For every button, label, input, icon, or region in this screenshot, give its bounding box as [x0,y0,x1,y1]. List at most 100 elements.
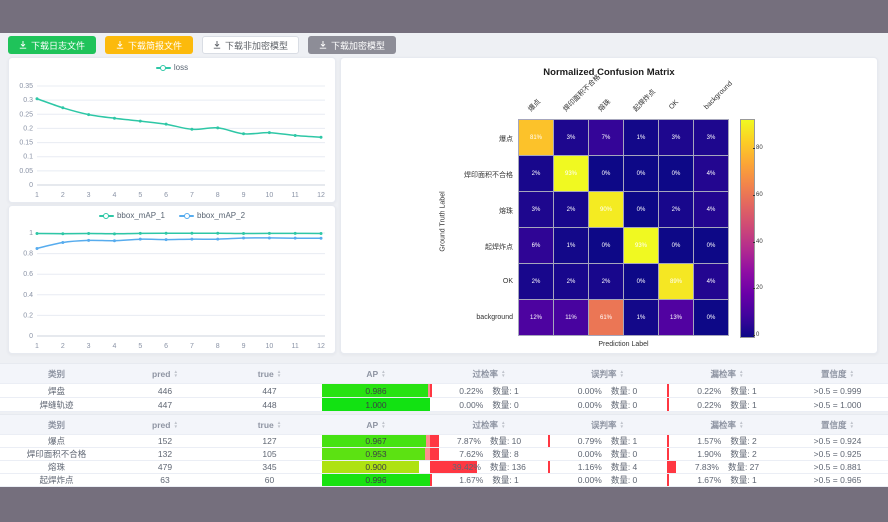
table-row[interactable]: 起焊炸点63600.9961.67%数量: 10.00%数量: 01.67%数量… [0,474,888,487]
sort-carets-icon[interactable]: ▲▼ [619,370,624,377]
cell-ap: 0.900 [322,461,430,474]
cell-over-rate: 7.87%数量: 10 [430,435,548,448]
data-point[interactable] [320,136,323,139]
data-point[interactable] [165,238,168,241]
rate-bar [430,435,439,447]
data-point[interactable] [242,237,245,240]
column-header-pred[interactable]: pred▲▼ [113,364,217,384]
download-report-button[interactable]: 下载简报文件 [105,36,193,54]
data-point[interactable] [190,238,193,241]
data-point[interactable] [139,238,142,241]
rate-cell: 0.00%数量: 0 [548,448,667,460]
legend-item-loss[interactable]: loss [156,63,188,72]
rate-percent: 0.00% [459,400,483,410]
data-point[interactable] [61,241,64,244]
y-tick-label: 0.2 [23,125,33,132]
colorbar-tick-label: 20 [756,285,763,291]
data-point[interactable] [36,247,39,250]
series-line-bbox_mAP_1 [37,233,321,234]
data-point[interactable] [190,232,193,235]
data-point[interactable] [216,126,219,129]
data-point[interactable] [165,123,168,126]
sort-carets-icon[interactable]: ▲▼ [173,421,178,428]
column-header-置信度[interactable]: 置信度▲▼ [787,364,888,384]
data-point[interactable] [294,237,297,240]
data-point[interactable] [61,106,64,109]
summary-table: 类别pred▲▼true▲▼AP▲▼过检率▲▼误判率▲▼漏检率▲▼置信度▲▼焊盘… [0,363,888,412]
table-row[interactable]: 焊缝轨迹4474481.0000.00%数量: 00.00%数量: 00.22%… [0,398,888,412]
data-point[interactable] [216,232,219,235]
download-log-button[interactable]: 下载日志文件 [8,36,96,54]
column-header-true[interactable]: true▲▼ [217,364,322,384]
x-tick-label: 7 [190,192,194,199]
data-point[interactable] [139,120,142,123]
sort-carets-icon[interactable]: ▲▼ [739,370,744,377]
sort-carets-icon[interactable]: ▲▼ [173,370,178,377]
column-header-误判率[interactable]: 误判率▲▼ [548,415,667,435]
matrix-col-label: 爆点 [526,97,543,114]
legend-marker-icon [156,64,171,71]
data-point[interactable] [165,232,168,235]
download-encrypted-model-button[interactable]: 下载加密模型 [308,36,396,54]
data-point[interactable] [61,232,64,235]
table-row[interactable]: 爆点1521270.9677.87%数量: 100.79%数量: 11.57%数… [0,435,888,448]
data-point[interactable] [87,232,90,235]
data-point[interactable] [294,134,297,137]
column-header-过检率[interactable]: 过检率▲▼ [430,415,548,435]
sort-carets-icon[interactable]: ▲▼ [277,370,282,377]
column-header-误判率[interactable]: 误判率▲▼ [548,364,667,384]
legend-item-bbox_mAP_1[interactable]: bbox_mAP_1 [99,211,165,220]
sort-carets-icon[interactable]: ▲▼ [501,370,506,377]
rate-percent: 7.87% [457,436,481,446]
confusion-matrix-xlabel: Prediction Label [518,341,729,348]
data-point[interactable] [242,232,245,235]
cell-over-rate: 7.62%数量: 8 [430,448,548,461]
sort-carets-icon[interactable]: ▲▼ [381,370,386,377]
data-point[interactable] [216,238,219,241]
column-header-置信度[interactable]: 置信度▲▼ [787,415,888,435]
column-header-pred[interactable]: pred▲▼ [113,415,217,435]
data-point[interactable] [139,232,142,235]
data-point[interactable] [242,132,245,135]
download-unencrypted-model-button[interactable]: 下载非加密模型 [202,36,299,54]
data-point[interactable] [36,232,39,235]
sort-carets-icon[interactable]: ▲▼ [739,421,744,428]
column-header-AP[interactable]: AP▲▼ [322,364,430,384]
sort-carets-icon[interactable]: ▲▼ [619,421,624,428]
table-row[interactable]: 焊印面积不合格1321050.9537.62%数量: 80.00%数量: 01.… [0,448,888,461]
data-point[interactable] [294,232,297,235]
data-point[interactable] [268,236,271,239]
data-point[interactable] [87,239,90,242]
data-point[interactable] [268,232,271,235]
column-header-label: 误判率 [591,368,617,380]
data-point[interactable] [113,239,116,242]
data-point[interactable] [113,232,116,235]
sort-carets-icon[interactable]: ▲▼ [501,421,506,428]
data-point[interactable] [113,117,116,120]
x-tick-label: 4 [113,192,117,199]
data-point[interactable] [190,128,193,131]
sort-carets-icon[interactable]: ▲▼ [849,370,854,377]
legend-item-bbox_mAP_2[interactable]: bbox_mAP_2 [179,211,245,220]
data-point[interactable] [320,237,323,240]
column-header-漏检率[interactable]: 漏检率▲▼ [667,415,787,435]
column-header-过检率[interactable]: 过检率▲▼ [430,364,548,384]
sort-carets-icon[interactable]: ▲▼ [849,421,854,428]
sort-carets-icon[interactable]: ▲▼ [277,421,282,428]
matrix-cell: 0% [589,156,623,191]
legend-label: bbox_mAP_1 [117,211,165,220]
column-header-true[interactable]: true▲▼ [217,415,322,435]
cell-pred: 479 [113,461,217,474]
data-point[interactable] [87,113,90,116]
table-row[interactable]: 焊盘4464470.9860.22%数量: 10.00%数量: 00.22%数量… [0,384,888,398]
data-point[interactable] [320,232,323,235]
table-row[interactable]: 熔珠4793450.90039.42%数量: 1361.16%数量: 47.83… [0,461,888,474]
data-point[interactable] [36,97,39,100]
rate-bar [430,474,432,486]
x-tick-label: 11 [292,343,299,350]
sort-carets-icon[interactable]: ▲▼ [381,421,386,428]
column-header-漏检率[interactable]: 漏检率▲▼ [667,364,787,384]
column-header-AP[interactable]: AP▲▼ [322,415,430,435]
data-point[interactable] [268,131,271,134]
matrix-cell: 4% [694,156,728,191]
